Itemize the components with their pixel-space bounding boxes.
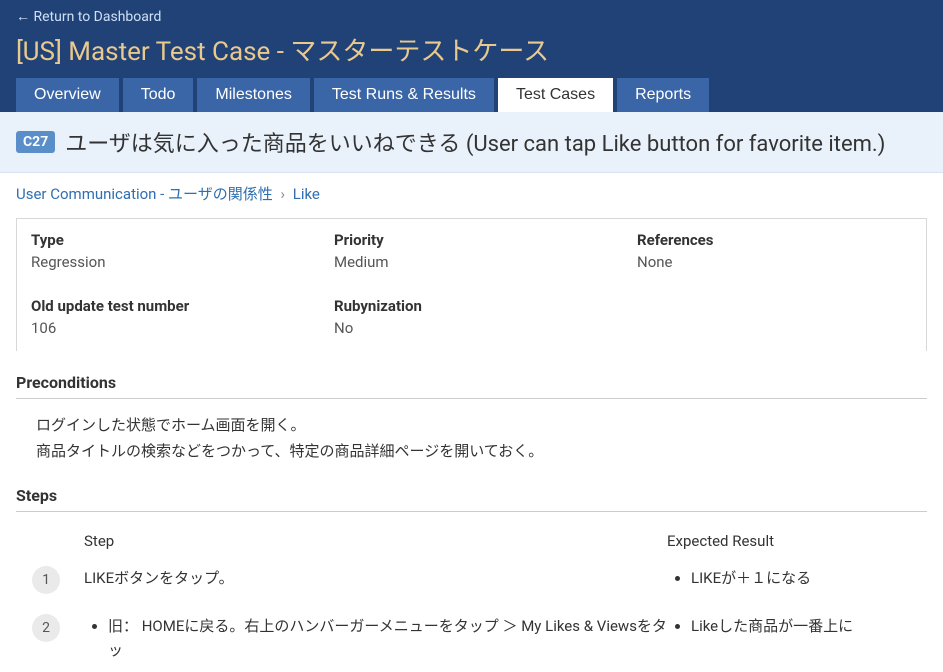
expected-item: Likeした商品が一番上に [691,614,927,638]
step-row: 2 旧： HOMEに戻る。右上のハンバーガーメニューをタップ ＞ My Like… [16,604,927,672]
preconditions-body: ログインした状態でホーム画面を開く。 商品タイトルの検索などをつかって、特定の商… [36,413,927,464]
details-priority-value: Medium [334,253,609,271]
step-row: 1 LIKEボタンをタップ。 LIKEが＋１になる [16,556,927,604]
return-to-dashboard-link[interactable]: ← Return to Dashboard [16,8,161,25]
expected-content: LIKEが＋１になる [667,566,927,590]
steps-table-header: Step Expected Result [16,526,927,556]
details-table: Type Regression Priority Medium Referenc… [16,218,927,351]
breadcrumb-subsection-link[interactable]: Like [293,185,320,203]
breadcrumb-section-link[interactable]: User Communication - ユーザの関係性 [16,185,273,203]
details-references: References None [623,219,926,285]
case-header: C27 ユーザは気に入った商品をいいねできる (User can tap Lik… [0,112,943,173]
details-type-value: Regression [31,253,306,271]
case-id-badge: C27 [16,131,55,153]
step-content: 旧： HOMEに戻る。右上のハンバーガーメニューをタップ ＞ My Likes … [76,614,667,662]
details-type: Type Regression [17,219,320,285]
page-title: [US] Master Test Case - マスターテストケース [16,31,927,68]
expected-content: Likeした商品が一番上に [667,614,927,638]
step-content: LIKEボタンをタップ。 [76,566,667,590]
details-references-label: References [637,231,912,249]
tab-milestones[interactable]: Milestones [197,78,309,112]
header: ← Return to Dashboard [US] Master Test C… [0,0,943,112]
details-rubynization-value: No [334,319,609,337]
details-rubynization: Rubynization No [320,285,623,351]
tab-testruns[interactable]: Test Runs & Results [314,78,494,112]
details-oldnum: Old update test number 106 [17,285,320,351]
steps-heading: Steps [16,486,927,512]
details-oldnum-value: 106 [31,319,306,337]
details-empty [623,285,926,351]
details-priority-label: Priority [334,231,609,249]
preconditions-line1: ログインした状態でホーム画面を開く。 [36,413,927,439]
case-title: ユーザは気に入った商品をいいねできる (User can tap Like bu… [65,126,885,158]
tab-overview[interactable]: Overview [16,78,119,112]
expected-item: LIKEが＋１になる [691,566,927,590]
tab-testcases[interactable]: Test Cases [498,78,613,112]
preconditions-line2: 商品タイトルの検索などをつかって、特定の商品詳細ページを開いておく。 [36,439,927,465]
details-rubynization-label: Rubynization [334,297,609,315]
step-content-item: 旧： HOMEに戻る。右上のハンバーガーメニューをタップ ＞ My Likes … [108,614,667,662]
breadcrumb-separator: › [280,185,285,203]
tabs: Overview Todo Milestones Test Runs & Res… [16,78,927,112]
details-oldnum-label: Old update test number [31,297,306,315]
breadcrumb: User Communication - ユーザの関係性 › Like [0,173,943,214]
steps-col-expected: Expected Result [667,532,927,550]
preconditions-heading: Preconditions [16,373,927,399]
details-type-label: Type [31,231,306,249]
tab-reports[interactable]: Reports [617,78,709,112]
steps-col-step: Step [76,532,667,550]
tab-todo[interactable]: Todo [123,78,194,112]
details-priority: Priority Medium [320,219,623,285]
details-references-value: None [637,253,912,271]
step-number: 2 [32,614,60,642]
step-number: 1 [32,566,60,594]
steps-table: Step Expected Result 1 LIKEボタンをタップ。 LIKE… [16,526,927,672]
